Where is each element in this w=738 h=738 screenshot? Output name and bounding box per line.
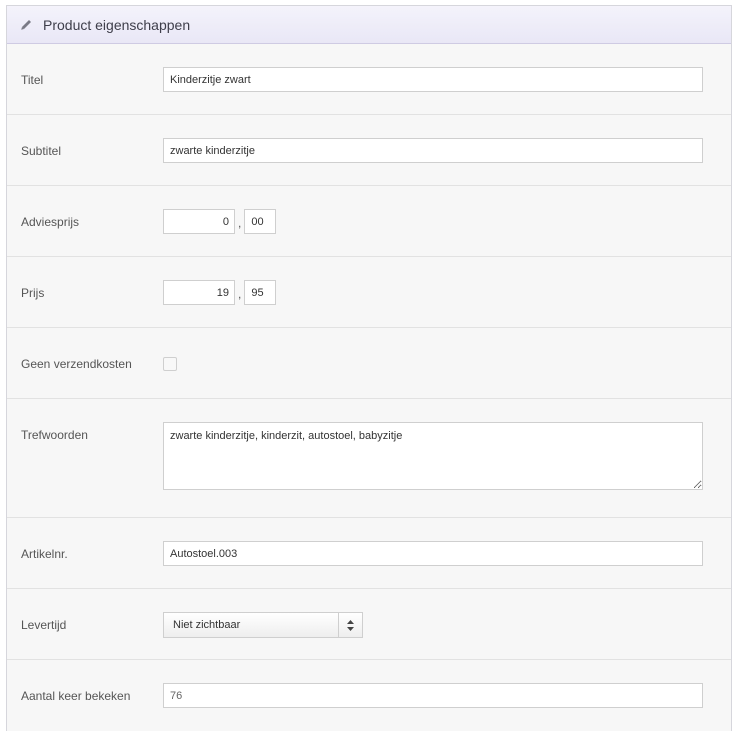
geen-verzendkosten-checkbox[interactable] — [163, 357, 177, 371]
trefwoorden-label: Trefwoorden — [21, 428, 88, 442]
panel-title: Product eigenschappen — [43, 16, 191, 33]
row-artikelnr: Artikelnr. — [7, 518, 731, 589]
trefwoorden-textarea[interactable]: zwarte kinderzitje, kinderzit, autostoel… — [163, 422, 703, 490]
adviesprijs-cents-input[interactable] — [244, 209, 277, 234]
subtitel-label: Subtitel — [21, 144, 62, 158]
titel-input[interactable] — [163, 67, 703, 92]
panel-header: Product eigenschappen — [7, 6, 731, 44]
levertijd-select[interactable]: Niet zichtbaar — [163, 612, 363, 638]
pencil-icon — [20, 18, 34, 32]
adviesprijs-label: Adviesprijs — [21, 215, 80, 229]
prijs-whole-input[interactable] — [163, 280, 235, 305]
adviesprijs-separator: , — [238, 216, 242, 230]
row-aantal-keer-bekeken: Aantal keer bekeken — [7, 660, 731, 731]
select-arrows-icon — [338, 613, 362, 637]
prijs-label: Prijs — [21, 286, 45, 300]
row-adviesprijs: Adviesprijs , — [7, 186, 731, 257]
aantal-keer-bekeken-input[interactable] — [163, 683, 703, 708]
prijs-cents-input[interactable] — [244, 280, 277, 305]
row-geen-verzendkosten: Geen verzendkosten — [7, 328, 731, 399]
titel-label: Titel — [21, 73, 44, 87]
levertijd-label: Levertijd — [21, 618, 67, 632]
artikelnr-input[interactable] — [163, 541, 703, 566]
product-properties-panel: Product eigenschappen Titel Subtitel Adv… — [6, 5, 732, 731]
row-levertijd: Levertijd Niet zichtbaar — [7, 589, 731, 660]
levertijd-selected-value: Niet zichtbaar — [173, 619, 241, 631]
row-titel: Titel — [7, 44, 731, 115]
geen-verzendkosten-label: Geen verzendkosten — [21, 357, 132, 371]
row-prijs: Prijs , — [7, 257, 731, 328]
adviesprijs-whole-input[interactable] — [163, 209, 235, 234]
prijs-separator: , — [238, 287, 242, 301]
row-trefwoorden: Trefwoorden zwarte kinderzitje, kinderzi… — [7, 399, 731, 518]
row-subtitel: Subtitel — [7, 115, 731, 186]
subtitel-input[interactable] — [163, 138, 703, 163]
aantal-keer-bekeken-label: Aantal keer bekeken — [21, 689, 131, 703]
artikelnr-label: Artikelnr. — [21, 547, 68, 561]
